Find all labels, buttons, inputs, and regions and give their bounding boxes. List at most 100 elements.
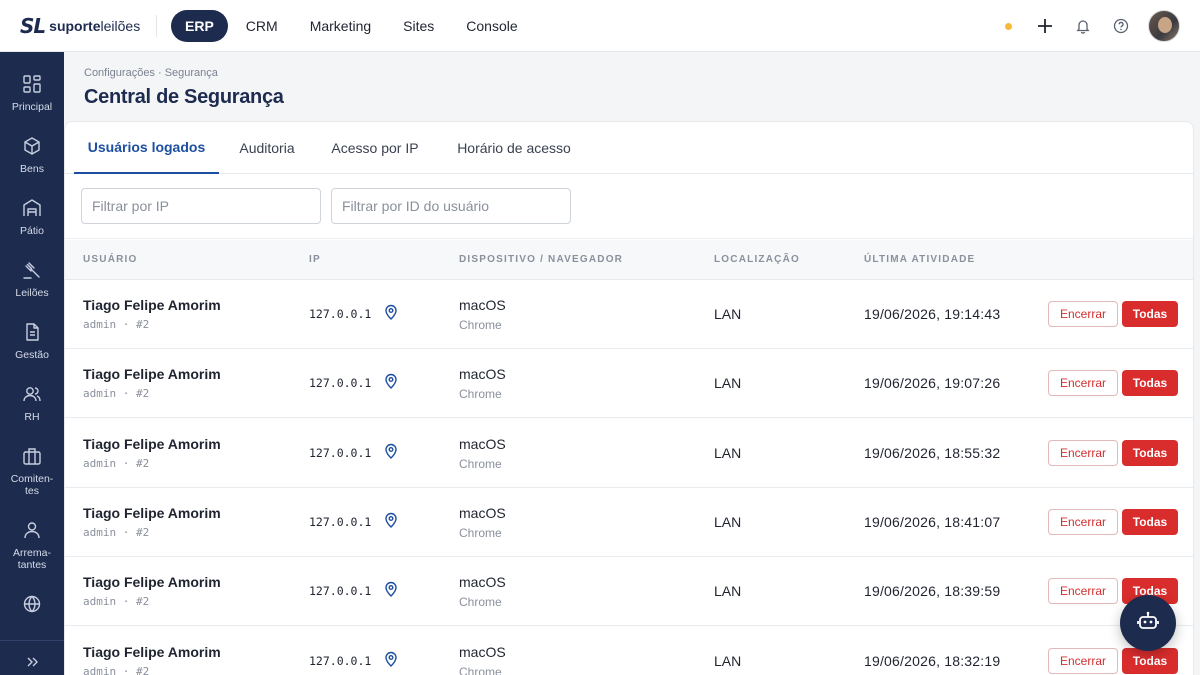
map-pin-icon[interactable] (384, 512, 400, 530)
briefcase-icon (21, 445, 43, 467)
user-role: admin · #2 (83, 387, 150, 401)
sidebar-item-label: Bens (20, 163, 44, 175)
sidebar-item-label: RH (24, 411, 40, 423)
ip-filter-input[interactable] (81, 188, 321, 224)
end-session-button[interactable]: Encerrar (1048, 301, 1118, 327)
ip-address: 127.0.0.1 (309, 653, 372, 668)
map-pin-icon[interactable] (384, 304, 400, 322)
user-role: admin · #2 (83, 664, 150, 675)
topnav-crm[interactable]: CRM (232, 10, 292, 42)
plus-icon[interactable] (1034, 15, 1056, 37)
bell-icon[interactable] (1072, 15, 1094, 37)
location: LAN (714, 583, 742, 600)
last-activity: 19/06/2026, 18:39:59 (864, 583, 1001, 600)
help-icon[interactable] (1110, 15, 1132, 37)
location: LAN (714, 652, 742, 669)
user-role: admin · #2 (83, 525, 150, 539)
device-browser: Chrome (459, 318, 502, 332)
expand-icon (21, 651, 43, 673)
tab-auditoria[interactable]: Auditoria (223, 122, 311, 174)
topnav-console[interactable]: Console (452, 10, 531, 42)
table-row: Tiago Felipe Amorim admin · #2 127.0.0.1 ma… (65, 627, 1193, 675)
topnav-erp[interactable]: ERP (171, 9, 228, 42)
map-pin-icon[interactable] (384, 373, 400, 391)
header-ip: IP (309, 254, 321, 265)
table-row: Tiago Felipe Amorim admin · #2 127.0.0.1 ma… (65, 349, 1193, 419)
end-all-sessions-button[interactable]: Todas (1122, 647, 1178, 674)
map-pin-icon[interactable] (384, 581, 400, 599)
device-browser: Chrome (459, 664, 502, 675)
device-os: macOS (459, 504, 506, 521)
tabs: Usuários logados Auditoria Acesso por IP… (65, 122, 1193, 174)
device-os: macOS (459, 643, 506, 660)
table-row: Tiago Felipe Amorim admin · #2 127.0.0.1 ma… (65, 488, 1193, 557)
logo-name-light: leilões (100, 17, 141, 34)
page-title: Central de Segurança (84, 86, 284, 108)
header-usuario: USUÁRIO (83, 254, 138, 265)
location: LAN (714, 306, 742, 322)
table-row: Tiago Felipe Amorim admin · #2 127.0.0.1 ma… (65, 557, 1193, 627)
end-session-button[interactable]: Encerrar (1048, 578, 1118, 605)
device-browser: Chrome (459, 595, 502, 610)
table-row: Tiago Felipe Amorim admin · #2 127.0.0.1 ma… (65, 280, 1193, 349)
user-role: admin · #2 (83, 456, 150, 470)
map-pin-icon[interactable] (384, 443, 400, 461)
end-session-button[interactable]: Encerrar (1048, 370, 1118, 397)
end-all-sessions-button[interactable]: Todas (1122, 370, 1178, 397)
sidebar-item-patio[interactable]: Pátio (0, 197, 64, 237)
document-icon (21, 321, 43, 343)
device-os: macOS (459, 366, 506, 383)
avatar[interactable] (1148, 10, 1180, 42)
sidebar-item-gestao[interactable]: Gestão (0, 321, 64, 361)
sidebar-item-rh[interactable]: RH (0, 383, 64, 423)
sidebar-item-bens[interactable]: Bens (0, 135, 64, 175)
ip-address: 127.0.0.1 (309, 445, 372, 460)
top-bar: SL suporte leilões ERP CRM Marketing Sit… (0, 0, 1200, 52)
ip-address: 127.0.0.1 (309, 376, 372, 391)
warehouse-icon (21, 197, 43, 219)
assistant-bot-button[interactable] (1120, 595, 1176, 651)
user-name: Tiago Felipe Amorim (83, 574, 221, 591)
end-session-button[interactable]: Encerrar (1048, 647, 1118, 674)
sidebar-item-sites[interactable] (0, 593, 64, 615)
end-all-sessions-button[interactable]: Todas (1122, 508, 1178, 535)
user-role: admin · #2 (83, 318, 150, 331)
sidebar-item-comitentes[interactable]: Comiten- tes (0, 445, 64, 497)
end-all-sessions-button[interactable]: Todas (1122, 439, 1178, 466)
logo-mark: SL (20, 13, 46, 38)
ip-address: 127.0.0.1 (309, 307, 372, 321)
sidebar-item-principal[interactable]: Principal (0, 73, 64, 113)
sidebar: Principal Bens Pátio Leilões Gestão RH C… (0, 52, 64, 675)
last-activity: 19/06/2026, 18:55:32 (864, 444, 1001, 461)
device-browser: Chrome (459, 525, 502, 540)
location: LAN (714, 513, 742, 530)
sidebar-item-arrematantes[interactable]: Arrema- tantes (0, 519, 64, 571)
sidebar-item-label: Arrema- tantes (13, 547, 51, 571)
ip-address: 127.0.0.1 (309, 514, 372, 529)
user-name: Tiago Felipe Amorim (83, 435, 221, 452)
users-icon (21, 383, 43, 405)
brand-logo[interactable]: SL suporte leilões (0, 0, 156, 52)
sidebar-item-label: Pátio (20, 225, 44, 237)
tab-acesso-ip[interactable]: Acesso por IP (319, 122, 431, 174)
box-icon (21, 135, 43, 157)
table-header: USUÁRIO IP DISPOSITIVO / NAVEGADOR LOCAL… (65, 240, 1193, 280)
end-all-sessions-button[interactable]: Todas (1122, 301, 1178, 327)
user-id-filter-input[interactable] (331, 188, 571, 224)
user-name: Tiago Felipe Amorim (83, 297, 221, 313)
end-session-button[interactable]: Encerrar (1048, 508, 1118, 535)
breadcrumb: Configurações · Segurança (84, 67, 218, 79)
topnav-marketing[interactable]: Marketing (296, 10, 385, 42)
topnav-sites[interactable]: Sites (389, 10, 448, 42)
security-card: Usuários logados Auditoria Acesso por IP… (64, 121, 1194, 675)
device-os: macOS (459, 297, 506, 313)
map-pin-icon[interactable] (384, 651, 400, 669)
sidebar-expand[interactable] (0, 640, 64, 673)
tab-usuarios-logados[interactable]: Usuários logados (74, 122, 219, 174)
tab-horario-acesso[interactable]: Horário de acesso (443, 122, 585, 174)
end-session-button[interactable]: Encerrar (1048, 439, 1118, 466)
grid-icon (21, 73, 43, 95)
divider (156, 14, 157, 37)
device-os: macOS (459, 435, 506, 452)
sidebar-item-leiloes[interactable]: Leilões (0, 259, 64, 299)
